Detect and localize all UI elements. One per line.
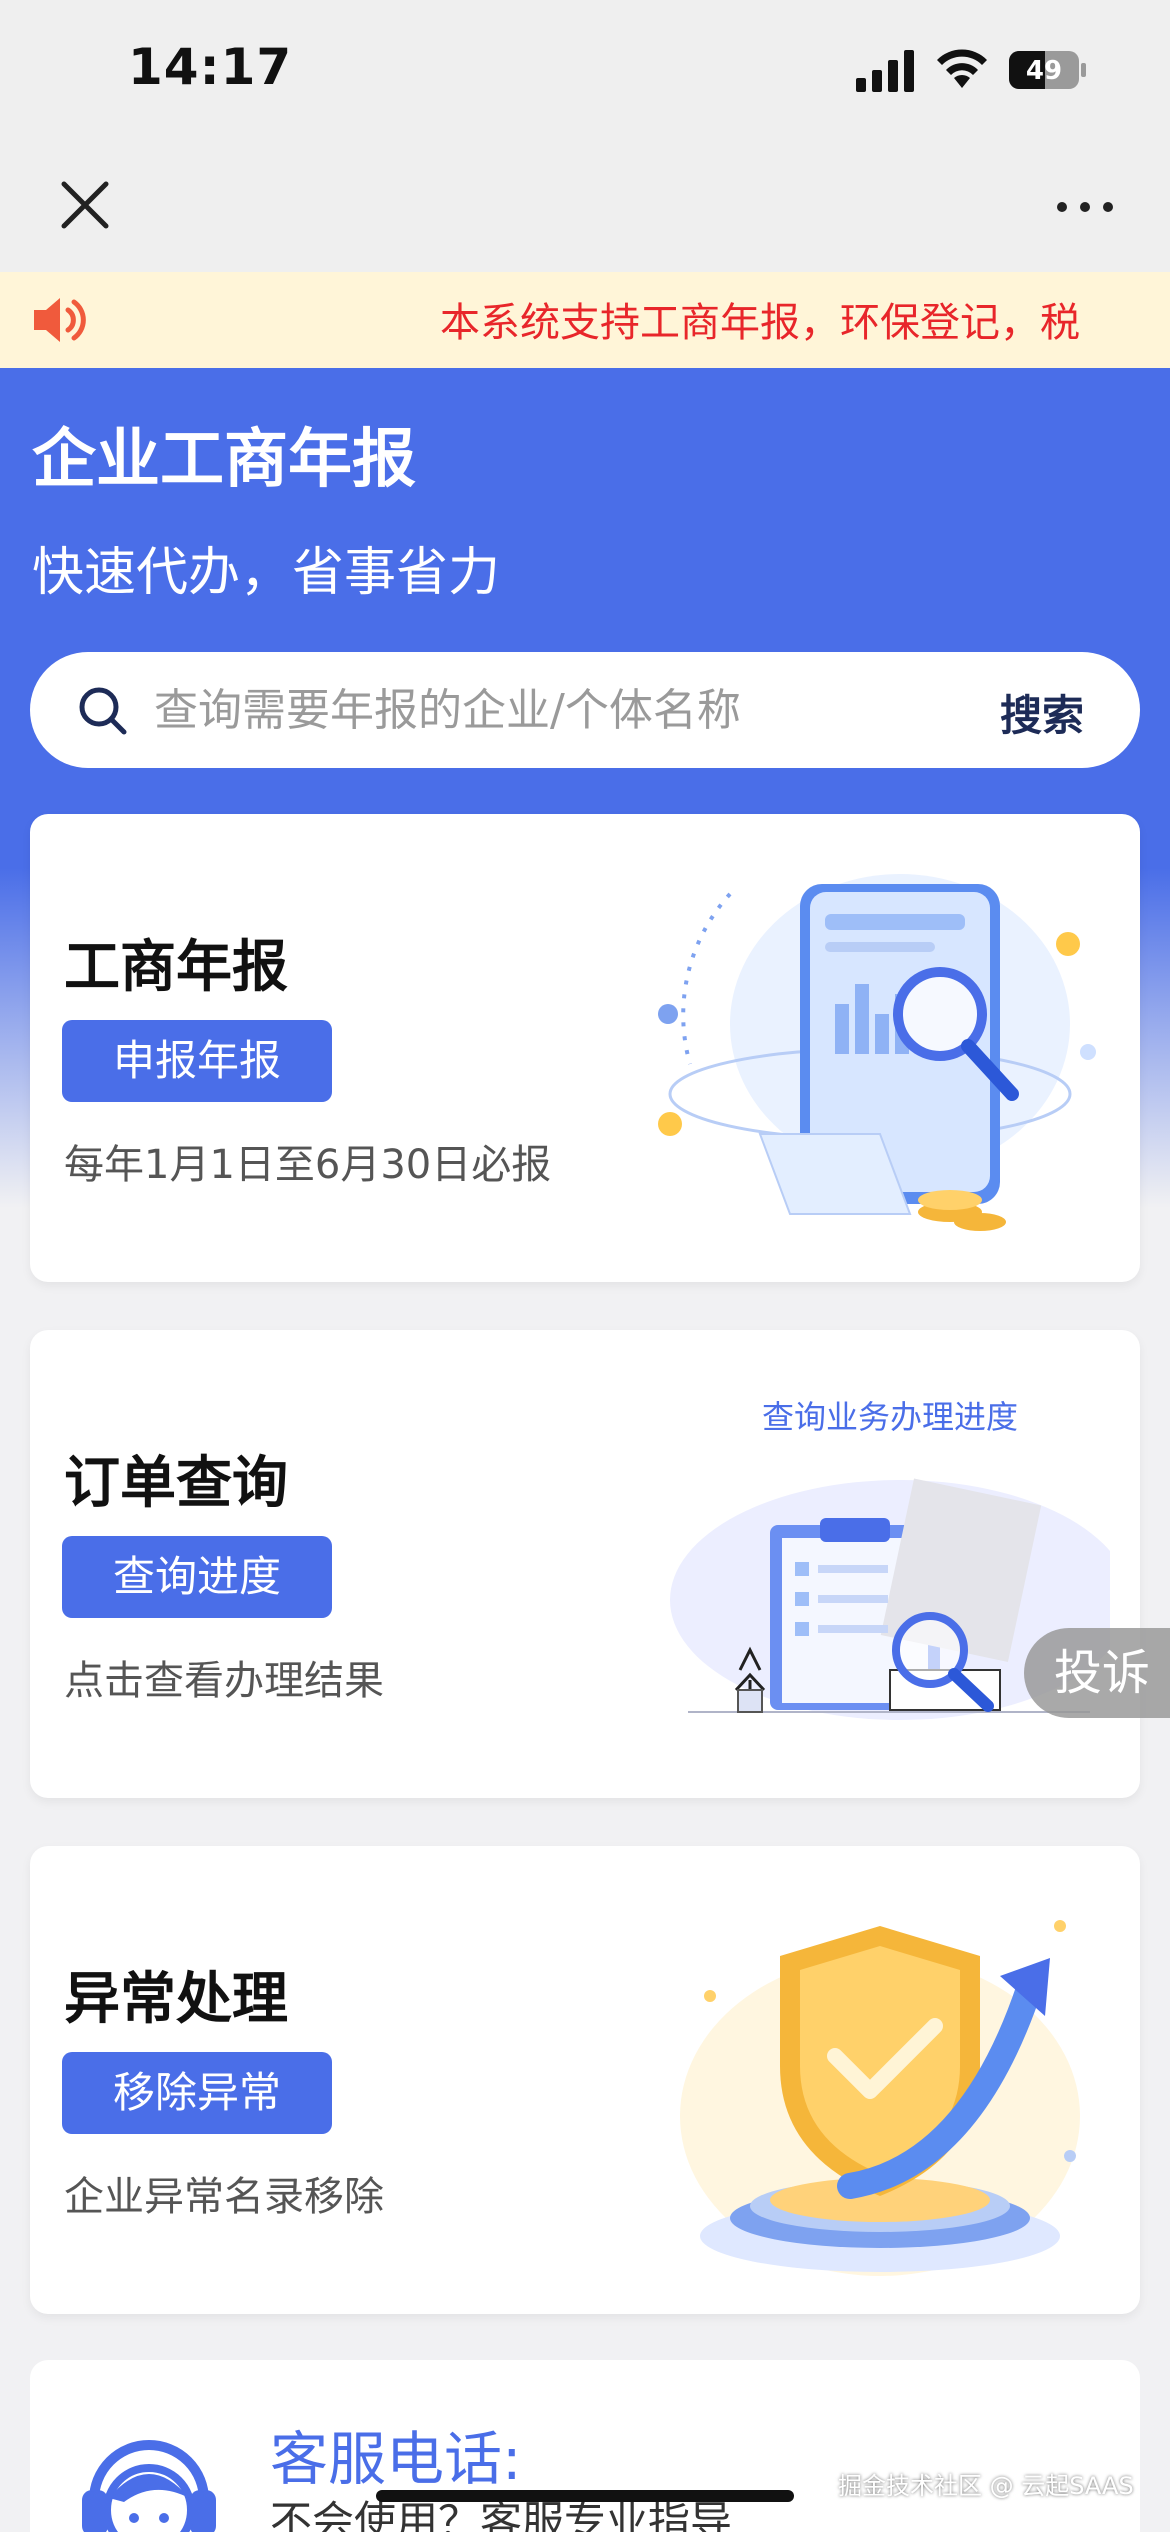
home-indicator[interactable] [376, 2490, 794, 2502]
abnormal-handling-card[interactable]: 异常处理 移除异常 企业异常名录移除 [30, 1846, 1140, 2314]
card-desc: 企业异常名录移除 [64, 2174, 384, 2220]
search-bar[interactable]: 搜索 [30, 652, 1140, 768]
close-icon[interactable] [50, 170, 120, 240]
card-title: 异常处理 [64, 1967, 288, 2032]
complaint-button[interactable]: 投诉 [1024, 1628, 1170, 1718]
wifi-icon [937, 49, 987, 88]
nav-bar [0, 140, 1170, 272]
search-input[interactable] [154, 676, 974, 744]
remove-abnormal-button[interactable]: 移除异常 [62, 2052, 332, 2134]
annual-report-card[interactable]: 工商年报 申报年报 每年1月1日至6月30日必报 [30, 814, 1140, 1282]
declare-report-button[interactable]: 申报年报 [62, 1020, 332, 1102]
search-button[interactable]: 搜索 [1000, 682, 1084, 743]
illus-caption: 查询业务办理进度 [762, 1398, 1018, 1436]
notice-text: 本系统支持工商年报，环保登记，税 [440, 300, 1080, 346]
notice-bar: 本系统支持工商年报，环保登记，税 [0, 272, 1170, 368]
page-title: 企业工商年报 [32, 423, 416, 497]
search-icon [79, 687, 127, 735]
shield-illustration [680, 1920, 1080, 2276]
more-icon[interactable] [1050, 172, 1120, 242]
card-desc: 点击查看办理结果 [64, 1658, 384, 1704]
battery-level: 49 [1026, 56, 1062, 86]
card-desc: 每年1月1日至6月30日必报 [64, 1142, 552, 1188]
report-illustration [658, 874, 1096, 1231]
speaker-icon [34, 298, 86, 342]
customer-service-icon [82, 2440, 216, 2532]
watermark: 掘金技术社区 @ 云起SAAS [838, 2472, 1134, 2500]
card-title: 工商年报 [64, 935, 288, 1000]
signal-icon [856, 50, 914, 92]
query-progress-illustration: 查询业务办理进度 [670, 1398, 1110, 1720]
query-progress-button[interactable]: 查询进度 [62, 1536, 332, 1618]
status-bar: 14:17 49 [0, 0, 1170, 140]
service-title: 客服电话: [270, 2425, 522, 2493]
customer-service-card[interactable]: 客服电话: 不会使用？客服专业指导 [30, 2360, 1140, 2532]
status-time: 14:17 [128, 38, 293, 96]
order-query-card[interactable]: 订单查询 查询进度 点击查看办理结果 查询业务办理进度 [30, 1330, 1140, 1798]
card-title: 订单查询 [64, 1451, 288, 1516]
battery-icon: 49 [1009, 51, 1086, 89]
page-subtitle: 快速代办，省事省力 [32, 543, 501, 603]
